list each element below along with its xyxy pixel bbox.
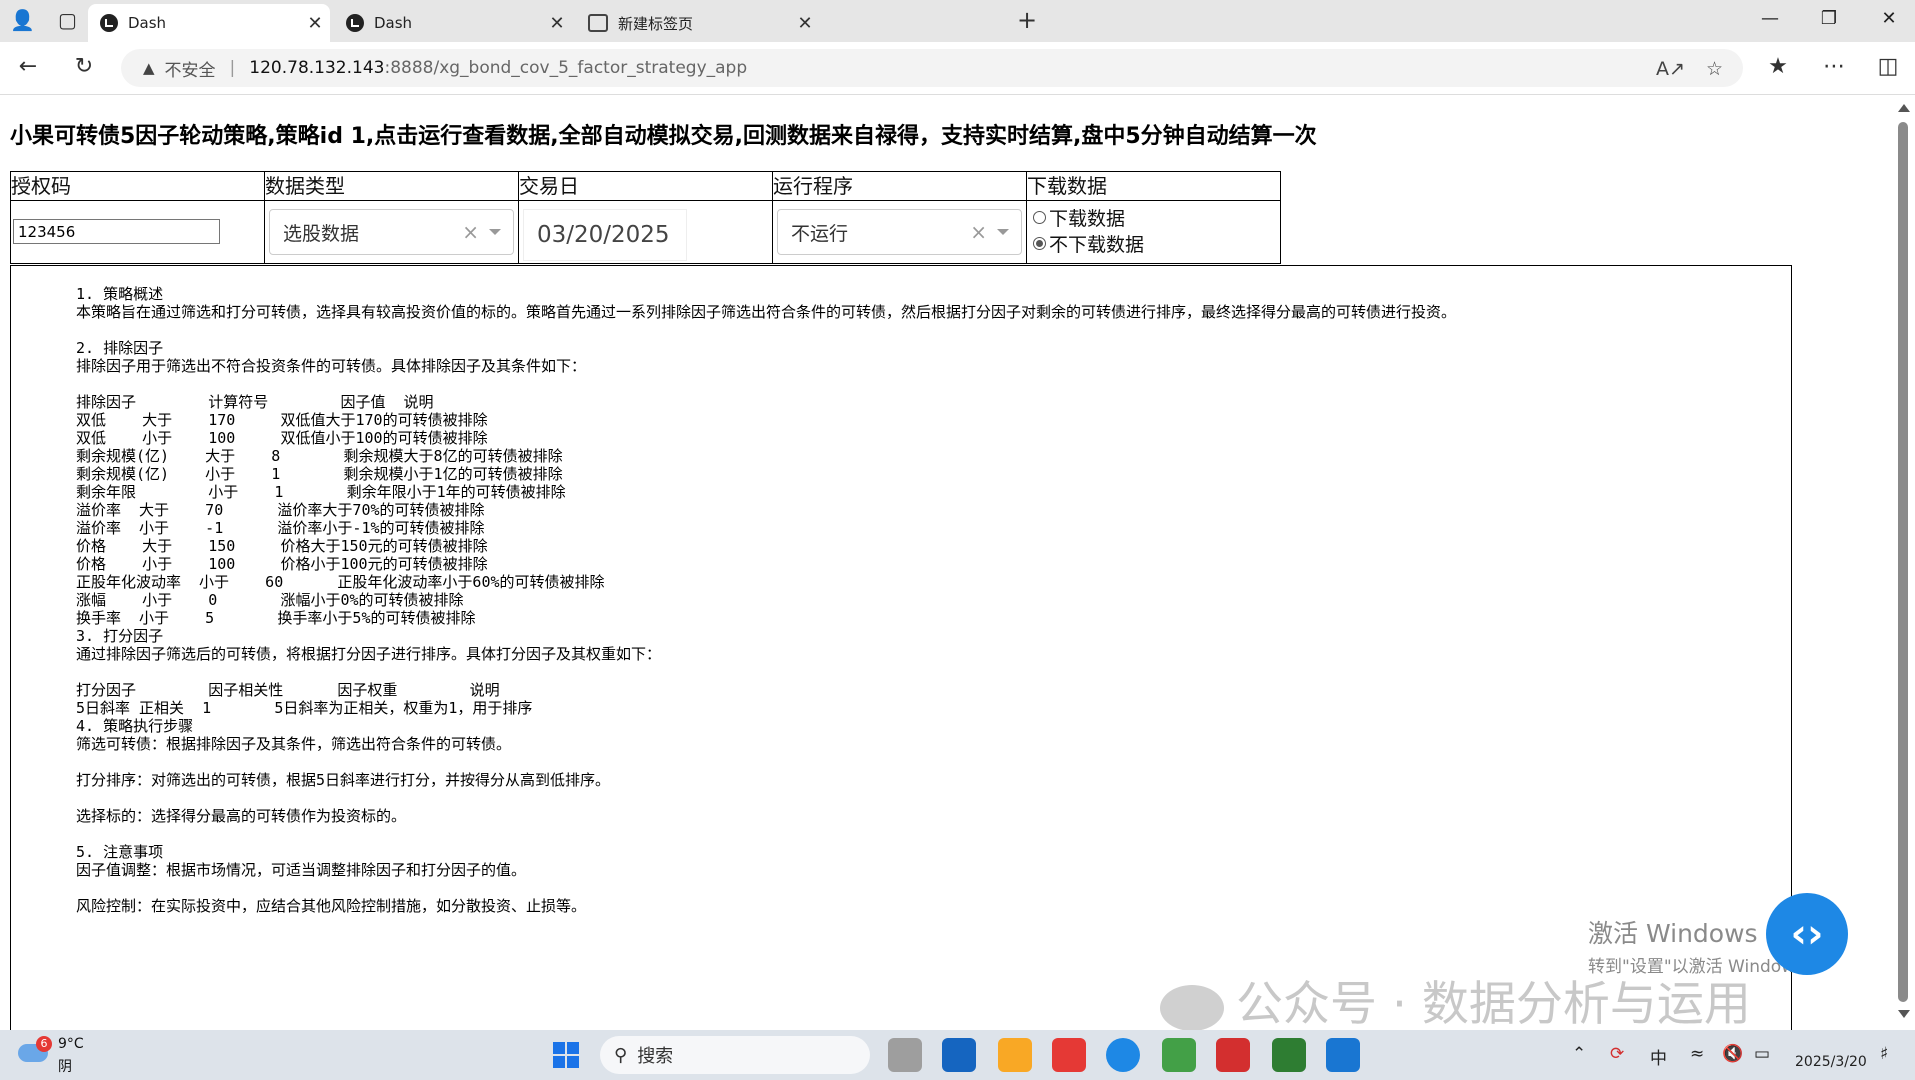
security-label[interactable]: 不安全 — [165, 56, 216, 81]
search-placeholder: 搜索 — [637, 1046, 674, 1067]
wechat-logo-icon — [1160, 984, 1224, 1031]
outlook-icon[interactable] — [942, 1038, 976, 1072]
header-run-program: 运行程序 — [772, 171, 1027, 201]
taskbar-search[interactable]: ⚲ 搜索 — [600, 1036, 870, 1074]
sidebar-toggle-icon[interactable]: ◫ — [1872, 54, 1904, 79]
trade-date-cell: 03/20/2025 — [518, 200, 773, 264]
wps-office-icon[interactable] — [1216, 1038, 1250, 1072]
header-auth-code: 授权码 — [10, 171, 265, 201]
tab-title: 新建标签页 — [618, 14, 694, 33]
tab-dash-1[interactable]: Dash ✕ — [88, 4, 330, 42]
sync-icon[interactable]: ⟳ — [1610, 1044, 1624, 1064]
favorite-star-icon[interactable]: ☆ — [1706, 58, 1723, 80]
ime-indicator[interactable]: 中 — [1650, 1044, 1667, 1069]
dash-favicon-icon — [346, 14, 364, 32]
qmt-app-icon[interactable] — [1326, 1038, 1360, 1072]
dash-favicon-icon — [100, 14, 118, 32]
radio-button[interactable] — [1033, 210, 1046, 224]
url-path[interactable]: :8888/xg_bond_cov_5_factor_strategy_app — [384, 58, 747, 78]
tab-title: Dash — [374, 14, 413, 32]
tab-dash-2[interactable]: Dash ✕ — [334, 4, 572, 42]
data-type-value: 选股数据 — [283, 222, 360, 245]
battery-icon[interactable]: ▭ — [1754, 1044, 1770, 1064]
more-menu-icon[interactable]: ⋯ — [1818, 54, 1850, 79]
watermark: 公众号 · 数据分析与运用 — [1160, 965, 1751, 1034]
close-tab-icon[interactable]: ✕ — [300, 13, 330, 34]
address-bar[interactable]: ▲ 不安全 | 120.78.132.143:8888/xg_bond_cov_… — [121, 49, 1743, 87]
auth-code-input[interactable] — [13, 219, 220, 244]
taskbar: 6 9°C 阴 ⚲ 搜索 ⌃ ⟳ 中 ≈ 🔇 ▭ 2025/3/20 ♯ — [0, 1030, 1915, 1080]
strategy-description-text: 1. 策略概述 本策略旨在通过筛选和打分可转债，选择具有较高投资价值的标的。策略… — [76, 285, 1457, 915]
terminal-app-icon[interactable] — [1272, 1038, 1306, 1072]
clear-icon[interactable]: × — [462, 220, 479, 244]
radio-label[interactable]: 下载数据 — [1049, 204, 1125, 231]
tab-title: Dash — [128, 14, 167, 32]
run-program-cell: 不运行 × — [772, 200, 1027, 264]
clock-date: 2025/3/20 — [1795, 1054, 1867, 1070]
search-icon: ⚲ — [614, 1044, 628, 1066]
clear-icon[interactable]: × — [970, 220, 987, 244]
tab-new-tab[interactable]: 新建标签页 ✕ — [576, 4, 820, 42]
close-window-icon[interactable]: ✕ — [1866, 8, 1912, 29]
tab-actions-icon[interactable]: ▢ — [58, 8, 77, 32]
microsoft-store-icon[interactable] — [1052, 1038, 1086, 1072]
tab-strip: 👤 ▢ Dash ✕ Dash ✕ 新建标签页 ✕ + — ❐ ✕ — [0, 0, 1915, 42]
edge-browser-icon[interactable] — [1106, 1038, 1140, 1072]
system-clock[interactable]: 2025/3/20 — [1795, 1036, 1867, 1070]
weather-badge: 6 — [36, 1036, 52, 1052]
new-tab-page-icon — [588, 14, 608, 32]
chevron-down-icon[interactable] — [489, 229, 501, 235]
scroll-down-arrow-icon[interactable] — [1898, 1010, 1910, 1018]
data-type-cell: 选股数据 × — [264, 200, 519, 264]
run-program-value: 不运行 — [791, 222, 849, 245]
chevron-down-icon[interactable] — [997, 229, 1009, 235]
header-download: 下载数据 — [1026, 171, 1281, 201]
auth-code-cell — [10, 200, 265, 264]
download-option-no[interactable]: 不下载数据 — [1033, 230, 1280, 256]
wechat-icon[interactable] — [1162, 1038, 1196, 1072]
weather-condition: 阴 — [58, 1059, 72, 1075]
volume-muted-icon[interactable]: 🔇 — [1722, 1044, 1743, 1064]
favorites-list-icon[interactable]: ★ — [1762, 54, 1794, 79]
read-aloud-icon[interactable]: A↗ — [1656, 58, 1685, 80]
radio-label[interactable]: 不下载数据 — [1049, 230, 1144, 257]
restore-icon[interactable]: ❐ — [1806, 8, 1852, 29]
scroll-up-arrow-icon[interactable] — [1898, 104, 1910, 112]
page-scrollbar[interactable] — [1893, 96, 1913, 1026]
header-data-type: 数据类型 — [264, 171, 519, 201]
navigation-bar: ← ↻ ▲ 不安全 | 120.78.132.143:8888/xg_bond_… — [0, 42, 1915, 95]
run-program-dropdown[interactable]: 不运行 × — [777, 209, 1022, 255]
profile-icon[interactable]: 👤 — [10, 8, 35, 32]
watermark-text: 公众号 · 数据分析与运用 — [1236, 977, 1751, 1032]
download-option-yes[interactable]: 下载数据 — [1033, 204, 1280, 230]
wifi-icon[interactable]: ≈ — [1690, 1044, 1704, 1064]
close-tab-icon[interactable]: ✕ — [542, 13, 572, 34]
download-cell: 下载数据 不下载数据 — [1026, 200, 1281, 264]
tray-expand-icon[interactable]: ⌃ — [1572, 1044, 1586, 1064]
notification-bell-icon[interactable]: ♯ — [1880, 1044, 1888, 1064]
radio-button-selected[interactable] — [1033, 236, 1046, 250]
code-brackets-icon: ‹› — [1790, 911, 1824, 957]
url-host[interactable]: 120.78.132.143 — [249, 58, 384, 78]
task-view-icon[interactable] — [888, 1038, 922, 1072]
temperature: 9°C — [58, 1036, 84, 1052]
back-arrow-icon[interactable]: ← — [12, 54, 44, 79]
minimize-icon[interactable]: — — [1747, 8, 1793, 29]
new-tab-plus-icon[interactable]: + — [1017, 6, 1037, 34]
data-type-dropdown[interactable]: 选股数据 × — [269, 209, 514, 255]
refresh-icon[interactable]: ↻ — [68, 54, 100, 79]
address-separator: | — [229, 58, 236, 78]
warning-triangle-icon[interactable]: ▲ — [143, 59, 155, 77]
file-explorer-icon[interactable] — [998, 1038, 1032, 1072]
controls-table: 授权码 数据类型 交易日 运行程序 下载数据 选股数据 × 03/20/2025… — [10, 171, 1281, 264]
close-tab-icon[interactable]: ✕ — [790, 13, 820, 34]
header-trade-date: 交易日 — [518, 171, 773, 201]
code-toggle-button[interactable]: ‹› — [1766, 893, 1848, 975]
start-windows-icon[interactable] — [553, 1042, 579, 1068]
scroll-thumb[interactable] — [1898, 122, 1908, 1002]
trade-date-picker[interactable]: 03/20/2025 — [523, 209, 687, 261]
page-title: 小果可转债5因子轮动策略,策略id 1,点击运行查看数据,全部自动模拟交易,回测… — [10, 124, 1317, 149]
